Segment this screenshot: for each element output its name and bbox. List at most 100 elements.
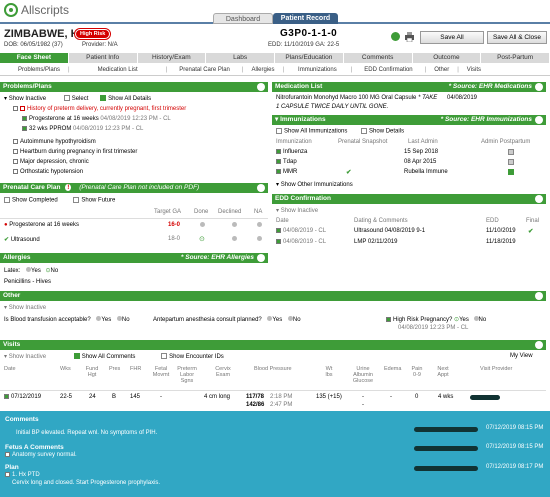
subnav-allergies[interactable]: Allergies [243, 67, 282, 73]
expand-icon[interactable] [13, 169, 18, 174]
col-pain: Pain 0-9 [411, 366, 423, 378]
expand-icon[interactable] [4, 394, 9, 399]
tab-history-exam[interactable]: History/Exam [138, 53, 207, 63]
show-all-details-checkbox[interactable] [100, 95, 107, 102]
problems-toolbar: ▾ Show Inactive Select Show All Details [4, 95, 151, 102]
prenatal-row[interactable]: ● Progesterone at 16 weeks [4, 222, 79, 228]
expand-icon[interactable] [13, 149, 18, 154]
edd-row[interactable]: 04/08/2019 - CL [276, 239, 326, 245]
gravida-para: G3P0-1-1-0 [280, 28, 338, 39]
other-show-inactive[interactable]: ▾ Show Inactive [4, 304, 46, 311]
immunization-row[interactable]: Influenza [276, 149, 307, 155]
expand-icon[interactable] [276, 159, 281, 164]
problem-item-preterm[interactable]: History of preterm delivery, currently p… [13, 106, 186, 112]
edd-row[interactable]: 04/08/2019 - CL [276, 228, 326, 234]
immunization-row[interactable]: Tdap [276, 159, 297, 165]
problem-subitem-progesterone[interactable]: Progesterone at 16 weeks 04/08/2019 12:2… [22, 116, 171, 122]
subnav-other[interactable]: Other [426, 67, 457, 73]
tab-plans-education[interactable]: Plans/Education [275, 53, 344, 63]
gear-icon[interactable] [535, 292, 543, 300]
save-close-button[interactable]: Save All & Close [487, 31, 547, 44]
expand-icon[interactable] [13, 139, 18, 144]
prenatal-toolbar: Show Completed Show Future [4, 197, 115, 204]
expand-icon[interactable] [5, 472, 10, 477]
show-all-immunizations-checkbox[interactable] [276, 128, 282, 134]
tab-comments[interactable]: Comments [344, 53, 413, 63]
chevron-down-icon[interactable]: ▾ [4, 354, 7, 360]
subnav-medication[interactable]: Medication List [70, 67, 166, 73]
show-other-immunizations[interactable]: ▾ Show Other Immunizations [276, 181, 353, 188]
done-radio[interactable] [200, 222, 205, 229]
postpartum-checkbox[interactable] [508, 169, 516, 176]
gear-icon[interactable] [535, 116, 543, 124]
subnav-immunizations[interactable]: Immunizations [284, 67, 351, 73]
subitem-date: 04/08/2019 12:23 PM - CL [100, 116, 171, 123]
gear-icon[interactable] [535, 195, 543, 203]
expand-icon[interactable] [276, 239, 281, 244]
my-view-link[interactable]: My View [510, 353, 533, 359]
tab-face-sheet[interactable]: Face Sheet [0, 53, 69, 63]
select-checkbox[interactable] [63, 95, 70, 102]
problem-subitem-pprom[interactable]: 32 wks PPROM 04/08/2019 12:23 PM - CL [22, 126, 143, 132]
problem-item[interactable]: Autoimmune hypothyroidism [13, 139, 96, 145]
col-fetal-movmt: Fetal Movmt [152, 366, 170, 378]
problems-show-inactive[interactable]: Show Inactive [9, 96, 46, 102]
gear-icon[interactable] [257, 184, 265, 192]
prenatal-row[interactable]: ✔ Ultrasound [4, 236, 40, 243]
problem-item[interactable]: Orthostatic hypotension [13, 169, 83, 175]
medication-item[interactable]: Nitrofurantoin Monohyd Macro 100 MG Oral… [276, 95, 477, 101]
minus-icon[interactable] [13, 106, 18, 111]
expand-icon[interactable] [13, 159, 18, 164]
tab-patient-info[interactable]: Patient Info [69, 53, 138, 63]
expand-icon[interactable] [276, 149, 281, 154]
tab-patient-record[interactable]: Patient Record [273, 13, 338, 24]
problem-item[interactable]: Heartburn during pregnancy in first trim… [13, 149, 137, 155]
save-all-button[interactable]: Save All [420, 31, 484, 44]
visits-show-inactive[interactable]: Show Inactive [9, 354, 46, 360]
subnav-prenatal[interactable]: Prenatal Care Plan [167, 67, 242, 73]
visit-row[interactable]: 07/12/2019 22-5 24 B 145 - 4 cm long 117… [0, 392, 550, 410]
na-radio[interactable] [257, 222, 262, 229]
prenatal-row-name: Ultrasound [10, 237, 40, 243]
expand-icon[interactable] [276, 228, 281, 233]
gear-icon[interactable] [257, 83, 265, 91]
postpartum-checkbox[interactable] [508, 149, 516, 156]
tab-outcome[interactable]: Outcome [413, 53, 482, 63]
tab-post-partum[interactable]: Post-Partum [481, 53, 550, 63]
show-details-checkbox[interactable] [361, 128, 368, 134]
show-completed-checkbox[interactable] [4, 197, 10, 203]
expand-icon[interactable] [5, 452, 10, 457]
refresh-icon[interactable] [391, 32, 400, 41]
subnav-problems[interactable]: Problems/Plans [0, 67, 68, 73]
declined-radio[interactable] [232, 236, 237, 243]
allscripts-logo-icon [4, 3, 18, 17]
edd-show-inactive[interactable]: ▾ Show Inactive [276, 207, 318, 214]
gear-icon[interactable] [535, 341, 543, 349]
edd-header: EDD Confirmation [272, 194, 546, 204]
subnav-visits[interactable]: Visits [459, 67, 489, 73]
show-encounter-checkbox[interactable] [161, 353, 168, 360]
immunization-row[interactable]: MMR [276, 169, 297, 175]
show-future-checkbox[interactable] [73, 197, 80, 203]
expand-icon[interactable] [276, 169, 281, 174]
na-radio[interactable] [257, 236, 262, 243]
show-other-label: Show Other Immunizations [280, 182, 353, 188]
visit-fetal: - [160, 394, 162, 400]
tab-dashboard[interactable]: Dashboard [213, 13, 273, 24]
chevron-down-icon[interactable]: ▾ [4, 96, 7, 102]
problem-item[interactable]: Major depression, chronic [13, 159, 89, 165]
show-all-comments-checkbox[interactable] [73, 353, 80, 360]
chevron-down-icon[interactable]: ▾ [275, 116, 278, 123]
postpartum-checkbox[interactable] [508, 159, 516, 166]
declined-radio[interactable] [232, 222, 237, 229]
redacted-provider [470, 395, 500, 400]
transfusion-question: Is Blood transfusion acceptable? [4, 317, 91, 323]
tab-labs[interactable]: Labs [206, 53, 275, 63]
gear-icon[interactable] [257, 254, 265, 262]
subnav-edd[interactable]: EDD Confirmation [352, 67, 424, 73]
edd-date: 04/08/2019 - CL [283, 228, 327, 235]
print-icon[interactable] [404, 31, 415, 42]
done-radio[interactable]: ⊙ [199, 235, 205, 243]
expand-icon[interactable] [386, 316, 391, 322]
gear-icon[interactable] [535, 83, 543, 91]
